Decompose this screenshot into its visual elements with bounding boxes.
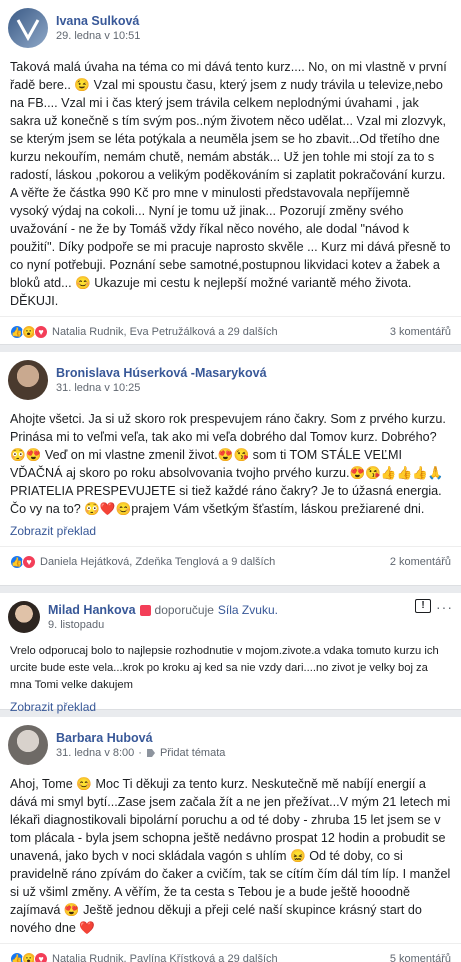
avatar[interactable] — [8, 8, 48, 48]
recommend-icon — [139, 604, 151, 616]
recommends-text: doporučuje — [154, 603, 214, 617]
add-topics-link[interactable]: Přidat témata — [160, 747, 225, 759]
author-name[interactable]: Ivana Sulková — [56, 14, 139, 28]
author-name[interactable]: Barbara Hubová — [56, 731, 153, 745]
report-icon[interactable]: ! — [415, 599, 431, 613]
post-text: Ahojte všetci. Ja si už skoro rok prespe… — [10, 412, 446, 516]
love-icon: ♥ — [34, 952, 48, 962]
author-name[interactable]: Milad Hankova — [48, 603, 136, 617]
post-footer: 👍 😮 ♥ Natalia Rudnik, Eva Petružálková a… — [0, 316, 461, 347]
love-icon: ♥ — [22, 555, 36, 569]
post-text: Taková malá úvaha na téma co mi dává ten… — [10, 60, 451, 308]
reactions[interactable]: 👍 😮 ♥ Natalia Rudnik, Eva Petružálková a… — [10, 325, 278, 339]
post: Milad Hankova doporučuje Síla Zvuku. 9. … — [0, 593, 461, 714]
post-footer: 👍 ♥ Daniela Hejátková, Zdeňka Tenglová a… — [0, 546, 461, 577]
reaction-names[interactable]: Natalia Rudnik, Eva Petružálková a 29 da… — [52, 326, 278, 338]
reactions[interactable]: 👍 ♥ Daniela Hejátková, Zdeňka Tenglová a… — [10, 555, 275, 569]
post-text: Ahoj, Tome 😊 Moc Ti děkuji za tento kurz… — [10, 777, 451, 935]
author-name[interactable]: Bronislava Húserková -Masaryková — [56, 366, 267, 380]
post-footer: 👍 😮 ♥ Natalia Rudnik, Pavlína Křístková … — [0, 943, 461, 962]
avatar[interactable] — [8, 725, 48, 765]
love-icon: ♥ — [34, 325, 48, 339]
avatar[interactable] — [8, 601, 40, 633]
feed: Ivana Sulková 29. ledna v 10:51 Taková m… — [0, 0, 461, 962]
post: Barbara Hubová 31. ledna v 8:00 · Přidat… — [0, 717, 461, 962]
post: Ivana Sulková 29. ledna v 10:51 Taková m… — [0, 0, 461, 345]
more-options-icon[interactable]: ··· — [436, 599, 453, 615]
post-date[interactable]: 9. listopadu — [48, 619, 104, 631]
post: Bronislava Húserková -Masaryková 31. led… — [0, 352, 461, 586]
post-date[interactable]: 31. ledna v 8:00 — [56, 747, 134, 759]
reactions[interactable]: 👍 😮 ♥ Natalia Rudnik, Pavlína Křístková … — [10, 952, 278, 962]
page-link[interactable]: Síla Zvuku. — [218, 603, 278, 617]
reaction-names[interactable]: Daniela Hejátková, Zdeňka Tenglová a 9 d… — [40, 556, 275, 568]
comments-count[interactable]: 5 komentářů — [390, 953, 451, 962]
translate-link[interactable]: Zobrazit překlad — [0, 524, 461, 546]
tag-icon — [146, 749, 155, 757]
avatar[interactable] — [8, 360, 48, 400]
post-header: Barbara Hubová 31. ledna v 8:00 · Přidat… — [0, 717, 461, 771]
post-header: Bronislava Húserková -Masaryková 31. led… — [0, 352, 461, 406]
post-header: Ivana Sulková 29. ledna v 10:51 — [0, 0, 461, 54]
post-header: Milad Hankova doporučuje Síla Zvuku. 9. … — [0, 593, 461, 639]
post-text: Vrelo odporucaj bolo to najlepsie rozhod… — [10, 645, 439, 691]
comments-count[interactable]: 3 komentářů — [390, 326, 451, 338]
post-date[interactable]: 31. ledna v 10:25 — [56, 382, 140, 394]
comments-count[interactable]: 2 komentářů — [390, 556, 451, 568]
post-date[interactable]: 29. ledna v 10:51 — [56, 30, 140, 42]
reaction-names[interactable]: Natalia Rudnik, Pavlína Křístková a 29 d… — [52, 953, 278, 962]
